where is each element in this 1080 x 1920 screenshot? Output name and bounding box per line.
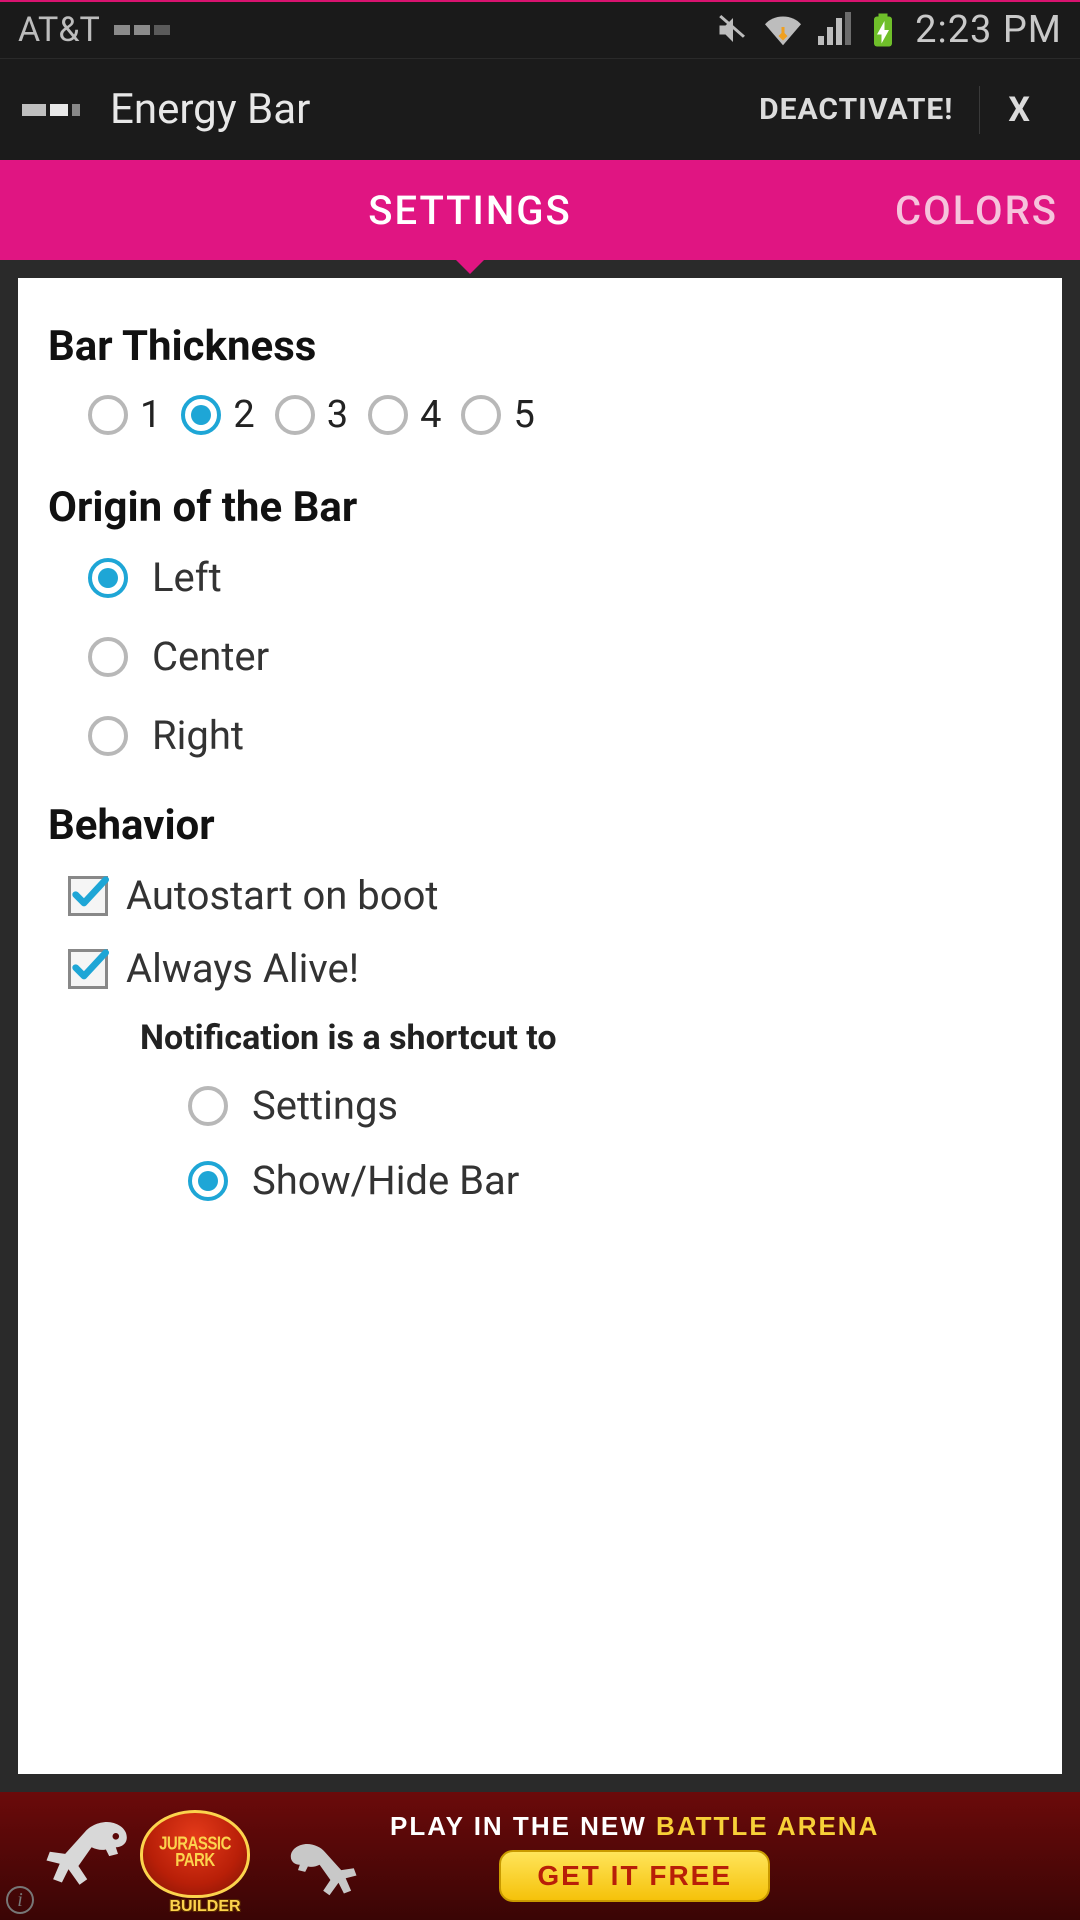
autostart-label: Autostart on boot: [126, 872, 438, 919]
origin-label-right: Right: [152, 712, 244, 759]
content-wrap: Bar Thickness 1 2 3 4 5 Origin of the Ba…: [0, 260, 1080, 1792]
section-thickness-title: Bar Thickness: [48, 322, 1032, 371]
app-actions: DEACTIVATE! X: [733, 86, 1058, 134]
thickness-options: 1 2 3 4 5: [48, 393, 1032, 437]
close-button[interactable]: X: [980, 90, 1058, 130]
thickness-radio-1[interactable]: [88, 395, 128, 435]
dinosaur-right-icon: [280, 1826, 370, 1920]
behavior-autostart-row[interactable]: Autostart on boot: [68, 872, 1032, 919]
notification-item-settings[interactable]: Settings: [188, 1082, 1032, 1129]
section-origin-title: Origin of the Bar: [48, 483, 1032, 532]
origin-item-left[interactable]: Left: [88, 554, 1032, 601]
origin-radio-center[interactable]: [88, 637, 128, 677]
notification-label-settings: Settings: [252, 1082, 398, 1129]
notification-heading: Notification is a shortcut to: [140, 1018, 1032, 1058]
app-bar: Energy Bar DEACTIVATE! X: [0, 58, 1080, 160]
thickness-radio-2[interactable]: [181, 395, 221, 435]
origin-label-center: Center: [152, 633, 269, 680]
thickness-label-3: 3: [327, 393, 348, 437]
tab-settings-label: SETTINGS: [368, 187, 571, 234]
ad-text-block: PLAY IN THE NEW BATTLE ARENA GET IT FREE: [390, 1811, 879, 1902]
clock-label: 2:23 PM: [915, 8, 1062, 52]
origin-item-center[interactable]: Center: [88, 633, 1032, 680]
ad-headline-white: PLAY IN THE NEW: [390, 1811, 656, 1841]
autostart-checkbox[interactable]: [68, 876, 108, 916]
origin-radio-left[interactable]: [88, 558, 128, 598]
deactivate-button[interactable]: DEACTIVATE!: [733, 92, 979, 127]
notification-radio-showhide[interactable]: [188, 1161, 228, 1201]
carrier-signal-icon: [114, 25, 170, 35]
cell-signal-icon: [815, 12, 851, 48]
status-bar: AT&T 2:23 PM: [0, 0, 1080, 58]
tab-colors[interactable]: COLORS: [800, 160, 1080, 260]
notification-item-showhide[interactable]: Show/Hide Bar: [188, 1157, 1032, 1204]
notification-options: Settings Show/Hide Bar: [68, 1082, 1032, 1204]
tab-settings[interactable]: SETTINGS: [140, 160, 800, 260]
thickness-label-2: 2: [233, 393, 254, 437]
behavior-always-alive-row[interactable]: Always Alive!: [68, 945, 1032, 992]
ad-banner[interactable]: i JURASSIC PARK BUILDER PLAY IN THE NEW …: [0, 1792, 1080, 1920]
notification-label-showhide: Show/Hide Bar: [252, 1157, 519, 1204]
tab-colors-label: COLORS: [895, 187, 1058, 234]
origin-label-left: Left: [152, 554, 222, 601]
active-tab-indicator-icon: [452, 256, 488, 274]
status-right: 2:23 PM: [715, 8, 1062, 52]
thickness-label-1: 1: [140, 393, 161, 437]
app-logo-icon: [22, 95, 92, 125]
dinosaur-left-icon: [30, 1800, 140, 1914]
battery-charging-icon: [865, 12, 901, 48]
section-behavior-title: Behavior: [48, 801, 1032, 850]
origin-item-right[interactable]: Right: [88, 712, 1032, 759]
thickness-label-4: 4: [420, 393, 441, 437]
thickness-radio-3[interactable]: [275, 395, 315, 435]
wifi-icon: [765, 12, 801, 48]
origin-options: Left Center Right: [48, 554, 1032, 759]
ad-headline-yellow: BATTLE ARENA: [656, 1811, 879, 1841]
mute-icon: [715, 12, 751, 48]
always-alive-label: Always Alive!: [126, 945, 359, 992]
notification-radio-settings[interactable]: [188, 1086, 228, 1126]
ad-headline: PLAY IN THE NEW BATTLE ARENA: [390, 1811, 879, 1842]
ad-cta-button[interactable]: GET IT FREE: [499, 1850, 770, 1902]
thickness-radio-4[interactable]: [368, 395, 408, 435]
origin-radio-right[interactable]: [88, 716, 128, 756]
ad-logo-top: JURASSIC PARK: [143, 1836, 247, 1870]
carrier-label: AT&T: [18, 10, 100, 50]
thickness-radio-5[interactable]: [461, 395, 501, 435]
settings-panel: Bar Thickness 1 2 3 4 5 Origin of the Ba…: [18, 278, 1062, 1774]
ad-logo-bottom: BUILDER: [136, 1898, 274, 1916]
behavior-options: Autostart on boot Always Alive! Notifica…: [48, 872, 1032, 1204]
app-title: Energy Bar: [110, 85, 310, 134]
jurassic-park-logo-icon: JURASSIC PARK BUILDER: [140, 1810, 270, 1910]
thickness-label-5: 5: [513, 393, 534, 437]
status-left: AT&T: [18, 10, 170, 50]
always-alive-checkbox[interactable]: [68, 949, 108, 989]
tab-bar: SETTINGS COLORS: [0, 160, 1080, 260]
